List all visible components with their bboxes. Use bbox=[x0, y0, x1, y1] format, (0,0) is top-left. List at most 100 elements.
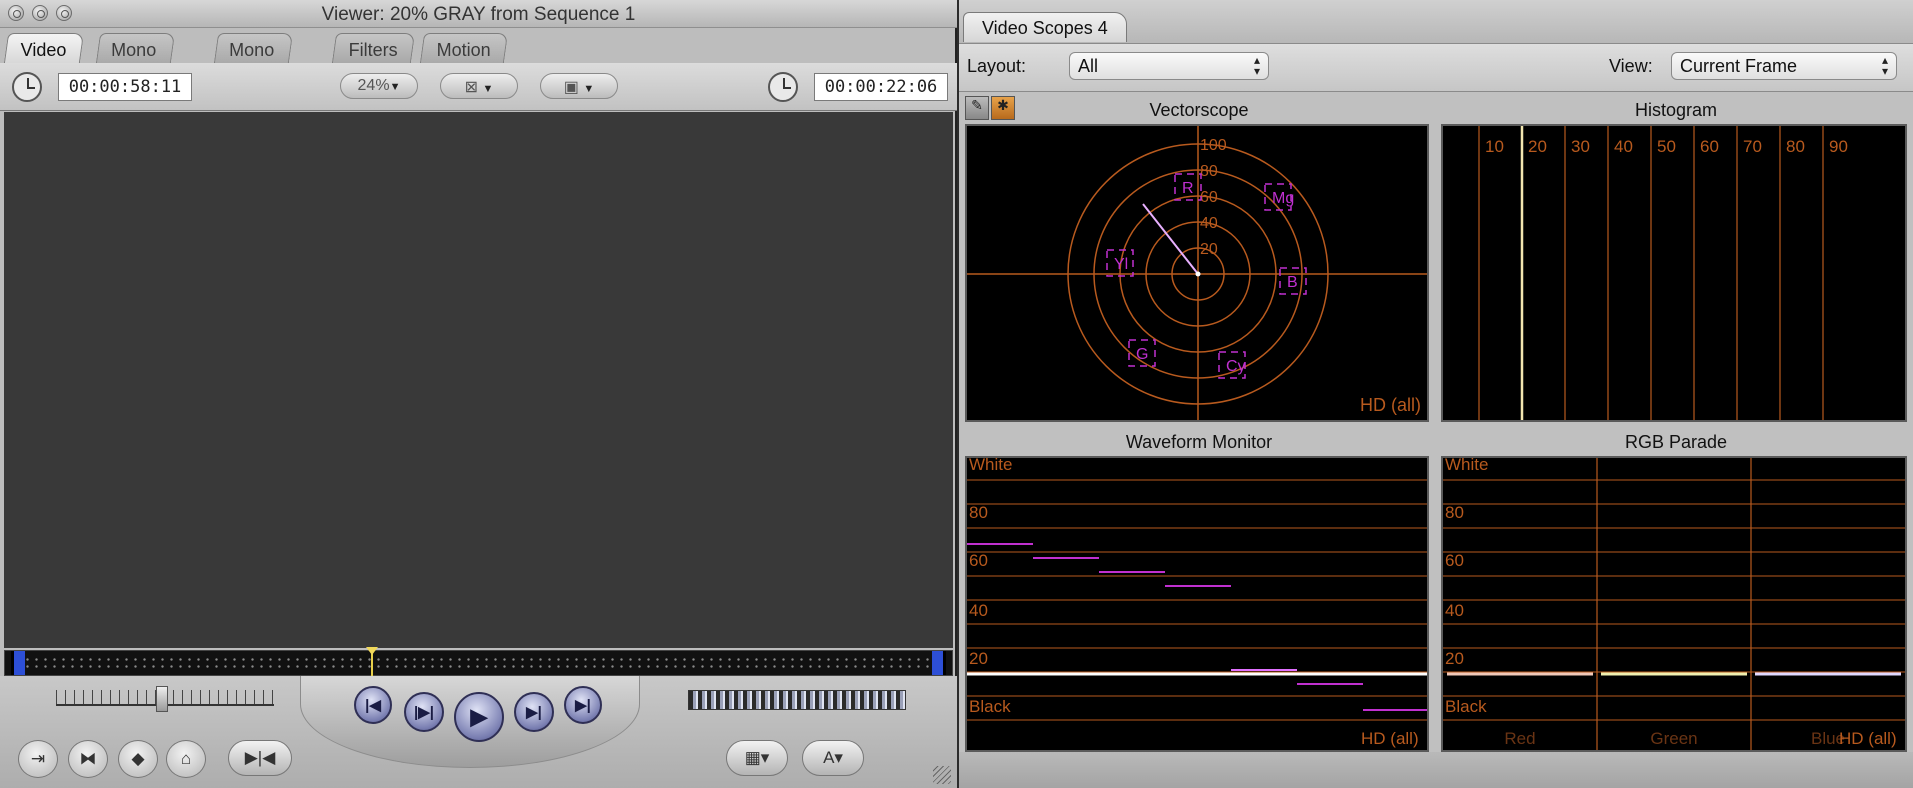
play-around-icon: ▶| bbox=[526, 704, 542, 721]
play-in-out-icon: |▶| bbox=[414, 704, 434, 721]
waveform-level-label: 60 bbox=[969, 551, 988, 570]
scopes-options-bar: Layout: All ▴ ▾ View: Current Frame ▴ ▾ bbox=[959, 44, 1913, 92]
tab-filters[interactable]: Filters bbox=[331, 33, 416, 63]
video-canvas[interactable] bbox=[4, 112, 953, 648]
vectorscope-target-label: R bbox=[1182, 180, 1194, 197]
tab-video[interactable]: Video bbox=[3, 33, 84, 63]
rgb-parade-channel-label: Red bbox=[1504, 729, 1535, 748]
view-value: Current Frame bbox=[1680, 56, 1798, 76]
rgb-parade-level-label: 20 bbox=[1445, 649, 1464, 668]
viewer-titlebar[interactable]: Viewer: 20% GRAY from Sequence 1 bbox=[0, 0, 957, 28]
histogram-scale-label: 60 bbox=[1700, 137, 1719, 156]
tab-video-scopes[interactable]: Video Scopes 4 bbox=[963, 12, 1127, 42]
vectorscope-ring-label: 100 bbox=[1200, 137, 1227, 154]
rgb-parade-footer: HD (all) bbox=[1839, 729, 1897, 748]
histogram-scale-label: 70 bbox=[1743, 137, 1762, 156]
fit-icon: ▣ bbox=[563, 79, 579, 96]
jog-control[interactable] bbox=[688, 690, 906, 710]
marker-icon: ⌂ bbox=[180, 749, 192, 768]
vectorscope-graph: 20 40 60 80 100 R Mg B Cy G Yl bbox=[967, 126, 1427, 420]
chevron-down-icon: ▼ bbox=[389, 81, 401, 93]
waveform-level-label: 40 bbox=[969, 601, 988, 620]
vectorscope-center-dot bbox=[1195, 271, 1201, 277]
match-frame-icon: ⇥ bbox=[30, 749, 46, 768]
vectorscope-ring-label: 20 bbox=[1200, 241, 1218, 258]
waveform-level-label: Black bbox=[969, 697, 1011, 716]
duration-timecode-field[interactable]: 00:00:58:11 bbox=[58, 73, 192, 101]
scopes-tabbar: Video Scopes 4 bbox=[959, 0, 1913, 44]
play-button[interactable]: ▶ bbox=[454, 692, 504, 742]
vectorscope-trace bbox=[1142, 203, 1199, 275]
histogram-scale-label: 20 bbox=[1528, 137, 1547, 156]
play-icon: ▶ bbox=[470, 704, 488, 729]
vectorscope-target-label: G bbox=[1136, 346, 1148, 363]
current-timecode-field[interactable]: 00:00:22:06 bbox=[814, 73, 948, 101]
rgb-parade-level-label: 60 bbox=[1445, 551, 1464, 570]
play-around-button[interactable]: ▶| bbox=[514, 692, 554, 732]
viewer-title: Viewer: 20% GRAY from Sequence 1 bbox=[321, 4, 636, 25]
chevron-down-icon: ▼ bbox=[583, 83, 595, 95]
waveform-graph: White 80 60 40 20 Black HD (all) bbox=[967, 458, 1427, 748]
add-marker-button[interactable]: ⌂ bbox=[166, 740, 206, 778]
viewer-window: Viewer: 20% GRAY from Sequence 1 Video M… bbox=[0, 0, 957, 788]
keyframe-icon: ◆ bbox=[131, 749, 145, 768]
out-point-marker[interactable] bbox=[932, 651, 946, 675]
tab-mono-a2[interactable]: Mono (a2) bbox=[213, 33, 294, 81]
overlay-icon: ⊠ bbox=[464, 79, 479, 96]
clock-icon bbox=[768, 72, 798, 102]
rgb-parade-channel-label: Green bbox=[1650, 729, 1697, 748]
vectorscope-display: 20 40 60 80 100 R Mg B Cy G Yl HD (all) bbox=[965, 124, 1429, 422]
generator-icon: A▾ bbox=[823, 748, 843, 767]
previous-edit-icon: |◀ bbox=[365, 697, 381, 714]
stepper-arrows-icon: ▴ ▾ bbox=[1881, 53, 1888, 78]
mark-clip-icon: ⧓ bbox=[79, 749, 97, 768]
vectorscope-title: Vectorscope bbox=[1149, 100, 1249, 120]
waveform-footer: HD (all) bbox=[1361, 729, 1419, 748]
histogram-scale-label: 50 bbox=[1657, 137, 1676, 156]
zoom-value: 24% bbox=[357, 77, 390, 94]
play-in-to-out-button[interactable]: |▶| bbox=[404, 692, 444, 732]
viewer-controlbar: 00:00:58:11 24%▼ ⊠ ▼ ▣ ▼ 00:00:22:06 bbox=[0, 63, 957, 111]
mark-in-out-icon: ▶|◀ bbox=[244, 748, 276, 767]
rgb-parade-display: White 80 60 40 20 Black Red Green Blue HD (all) bbox=[1441, 456, 1907, 752]
histogram-scale-label: 30 bbox=[1571, 137, 1590, 156]
mark-in-out-button[interactable]: ▶|◀ bbox=[228, 740, 292, 776]
rgb-parade-level-label: White bbox=[1445, 458, 1488, 474]
vectorscope-ring-label: 80 bbox=[1200, 163, 1218, 180]
video-scopes-window: Video Scopes 4 Layout: All ▴ ▾ View: Curr… bbox=[959, 0, 1913, 788]
rgb-parade-level-label: 40 bbox=[1445, 601, 1464, 620]
histogram-title: Histogram bbox=[1634, 100, 1718, 120]
in-point-marker[interactable] bbox=[11, 651, 25, 675]
clips-icon: ▦▾ bbox=[744, 748, 770, 767]
mark-clip-button[interactable]: ⧓ bbox=[68, 740, 108, 778]
resize-grip[interactable] bbox=[933, 766, 951, 784]
vectorscope-target-label: Cy bbox=[1226, 358, 1246, 375]
scopes-footer-bar bbox=[959, 752, 1913, 788]
display-popup[interactable]: ▣ ▼ bbox=[540, 73, 618, 99]
waveform-level-label: White bbox=[969, 458, 1012, 474]
playhead[interactable] bbox=[366, 647, 378, 677]
rgb-parade-title: RGB Parade bbox=[1624, 432, 1728, 452]
zoom-popup[interactable]: 24%▼ bbox=[340, 73, 418, 99]
view-options-popup[interactable]: ⊠ ▼ bbox=[440, 73, 518, 99]
shuttle-knob[interactable] bbox=[156, 686, 168, 712]
match-frame-button[interactable]: ⇥ bbox=[18, 740, 58, 778]
histogram-graph: 10 20 30 40 50 60 70 80 90 bbox=[1478, 126, 1848, 420]
tab-motion[interactable]: Motion bbox=[419, 33, 509, 63]
tab-mono-a1[interactable]: Mono (a1) bbox=[95, 33, 176, 81]
histogram-scale-label: 10 bbox=[1485, 137, 1504, 156]
recent-clips-popup[interactable]: ▦▾ bbox=[726, 740, 788, 776]
generator-popup[interactable]: A▾ bbox=[802, 740, 864, 776]
scrubber-bar[interactable] bbox=[4, 647, 953, 677]
next-edit-button[interactable]: ▶| bbox=[564, 686, 602, 724]
layout-select[interactable]: All ▴ ▾ bbox=[1069, 52, 1269, 80]
view-select[interactable]: Current Frame ▴ ▾ bbox=[1671, 52, 1897, 80]
next-edit-icon: ▶| bbox=[575, 697, 591, 714]
histogram-scale-label: 80 bbox=[1786, 137, 1805, 156]
vectorscope-target-label: Yl bbox=[1114, 256, 1128, 273]
waveform-title: Waveform Monitor bbox=[1125, 432, 1273, 452]
add-keyframe-button[interactable]: ◆ bbox=[118, 740, 158, 778]
layout-label: Layout: bbox=[967, 56, 1027, 76]
layout-value: All bbox=[1078, 56, 1099, 76]
previous-edit-button[interactable]: |◀ bbox=[354, 686, 392, 724]
